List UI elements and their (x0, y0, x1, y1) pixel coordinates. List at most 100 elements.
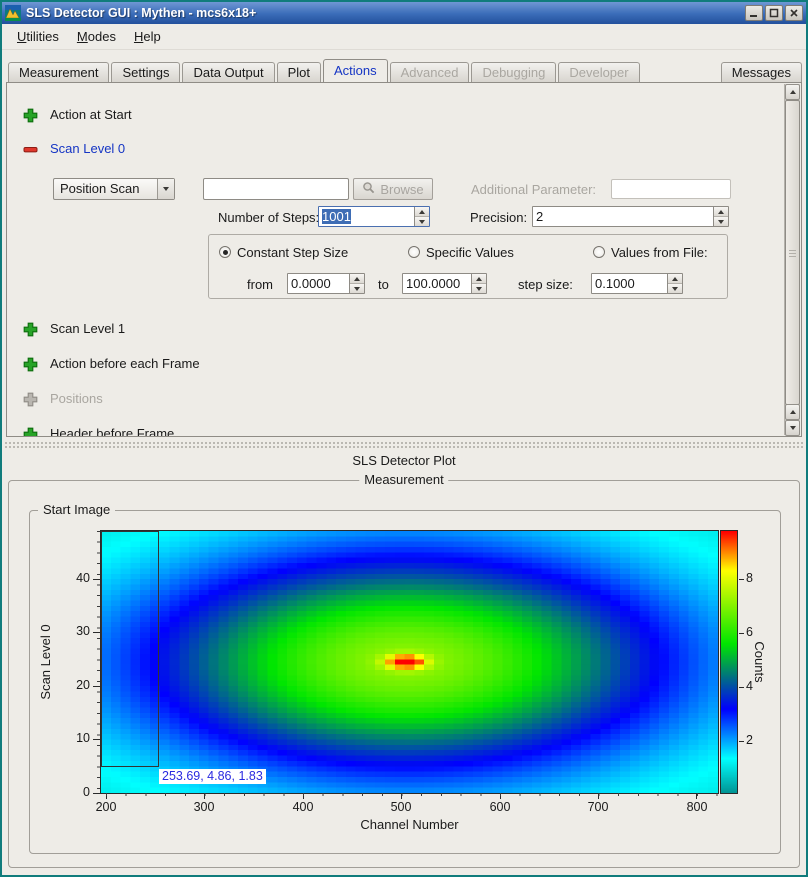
spin-buttons[interactable] (414, 207, 429, 226)
y-tick-label: 20 (64, 678, 90, 692)
radio-values-from-file[interactable] (593, 246, 605, 258)
action-label[interactable]: Scan Level 0 (50, 141, 125, 157)
x-axis-title: Channel Number (101, 817, 718, 832)
step-size-value: 0.1000 (592, 274, 667, 293)
action-label[interactable]: Header before Frame (50, 426, 174, 437)
measurement-group-title: Measurement (359, 472, 448, 487)
spin-buttons[interactable] (471, 274, 486, 293)
scroll-up-button[interactable] (785, 84, 800, 100)
browse-label: Browse (380, 182, 423, 197)
from-value: 0.0000 (288, 274, 349, 293)
close-button[interactable] (785, 5, 803, 21)
scan-mode-combobox[interactable]: Position Scan (53, 178, 175, 200)
z-tick (739, 687, 744, 688)
x-tick-label: 200 (88, 800, 124, 814)
x-tick-label: 800 (679, 800, 715, 814)
step-size-spinbox[interactable]: 0.1000 (591, 273, 683, 294)
spin-buttons[interactable] (667, 274, 682, 293)
menu-modes[interactable]: Modes (68, 26, 125, 47)
z-tick (739, 579, 744, 580)
x-tick-label: 400 (285, 800, 321, 814)
scroll-up-button-bottom[interactable] (785, 404, 800, 420)
from-spinbox[interactable]: 0.0000 (287, 273, 365, 294)
tab-debugging: Debugging (471, 62, 556, 82)
step-size-label: step size: (518, 277, 573, 292)
z-tick (739, 741, 744, 742)
x-tick-label: 300 (186, 800, 222, 814)
step-mode-group: Constant Step Size Specific Values Value… (208, 234, 728, 299)
z-tick (739, 633, 744, 634)
to-value: 100.0000 (403, 274, 471, 293)
tab-plot[interactable]: Plot (277, 62, 321, 82)
to-spinbox[interactable]: 100.0000 (402, 273, 487, 294)
expand-plus-icon (23, 392, 38, 407)
action-label[interactable]: Action before each Frame (50, 356, 200, 372)
maximize-button[interactable] (765, 5, 783, 21)
tab-data-output[interactable]: Data Output (182, 62, 274, 82)
action-label: Positions (50, 391, 103, 407)
tab-developer: Developer (558, 62, 639, 82)
z-axis-title: Counts (751, 562, 767, 762)
y-tick-label: 40 (64, 571, 90, 585)
colorbar (720, 530, 738, 794)
action-row-scan-level-1[interactable]: Scan Level 1 (23, 321, 125, 337)
expand-plus-icon[interactable] (23, 322, 38, 337)
plot-canvas[interactable] (100, 530, 719, 794)
y-tick (93, 793, 100, 794)
number-of-steps-label: Number of Steps: (218, 210, 319, 225)
spin-buttons[interactable] (713, 207, 728, 226)
expand-plus-icon[interactable] (23, 357, 38, 372)
start-image-group-title: Start Image (38, 502, 115, 517)
titlebar[interactable]: SLS Detector GUI : Mythen - mcs6x18+ (2, 2, 806, 24)
precision-spinbox[interactable]: 2 (532, 206, 729, 227)
menubar: Utilities Modes Help (2, 24, 806, 50)
precision-value: 2 (533, 207, 713, 226)
minimize-button[interactable] (745, 5, 763, 21)
y-axis-title: Scan Level 0 (38, 562, 54, 762)
splitter-handle[interactable] (4, 441, 804, 450)
action-row-before-frame[interactable]: Action before each Frame (23, 356, 200, 372)
zoom-selection-rect (101, 531, 159, 767)
spin-buttons[interactable] (349, 274, 364, 293)
radio-values-from-file-label[interactable]: Values from File: (611, 245, 708, 260)
window-controls (745, 5, 803, 21)
tab-measurement[interactable]: Measurement (8, 62, 109, 82)
from-label: from (247, 277, 273, 292)
browse-icon (362, 181, 375, 197)
menu-utilities[interactable]: Utilities (8, 26, 68, 47)
vertical-scrollbar[interactable] (784, 84, 800, 435)
actions-panel: Action at Start Scan Level 0 Position Sc… (6, 82, 802, 437)
radio-specific-values[interactable] (408, 246, 420, 258)
x-tick-label: 700 (580, 800, 616, 814)
measurement-group: Measurement Start Image Scan Level 0 0 1… (8, 480, 800, 868)
browse-button[interactable]: Browse (353, 178, 433, 200)
action-label[interactable]: Scan Level 1 (50, 321, 125, 337)
chevron-down-icon[interactable] (157, 179, 174, 199)
action-row-header-before-frame[interactable]: Header before Frame (23, 426, 174, 437)
app-icon (5, 5, 21, 21)
plot-dock-title: SLS Detector Plot (2, 452, 806, 470)
menu-help[interactable]: Help (125, 26, 170, 47)
heatmap-image[interactable] (101, 531, 718, 793)
to-label: to (378, 277, 389, 292)
collapse-minus-icon[interactable] (23, 142, 38, 157)
x-minor-ticks (101, 793, 718, 796)
radio-constant-step-size-label[interactable]: Constant Step Size (237, 245, 348, 260)
radio-specific-values-label[interactable]: Specific Values (426, 245, 514, 260)
tab-settings[interactable]: Settings (111, 62, 180, 82)
expand-plus-icon[interactable] (23, 108, 38, 123)
y-tick-label: 10 (64, 731, 90, 745)
additional-parameter-input (611, 179, 731, 199)
tab-messages[interactable]: Messages (721, 62, 802, 82)
action-label[interactable]: Action at Start (50, 107, 132, 123)
x-tick-label: 600 (482, 800, 518, 814)
tab-actions[interactable]: Actions (323, 59, 388, 82)
scrollbar-thumb[interactable] (785, 100, 800, 405)
action-row-at-start[interactable]: Action at Start (23, 107, 132, 123)
radio-constant-step-size[interactable] (219, 246, 231, 258)
scan-script-input[interactable] (203, 178, 349, 200)
scroll-down-button[interactable] (785, 420, 800, 436)
number-of-steps-spinbox[interactable]: 1001 (318, 206, 430, 227)
action-row-scan-level-0[interactable]: Scan Level 0 (23, 141, 125, 157)
expand-plus-icon[interactable] (23, 427, 38, 438)
